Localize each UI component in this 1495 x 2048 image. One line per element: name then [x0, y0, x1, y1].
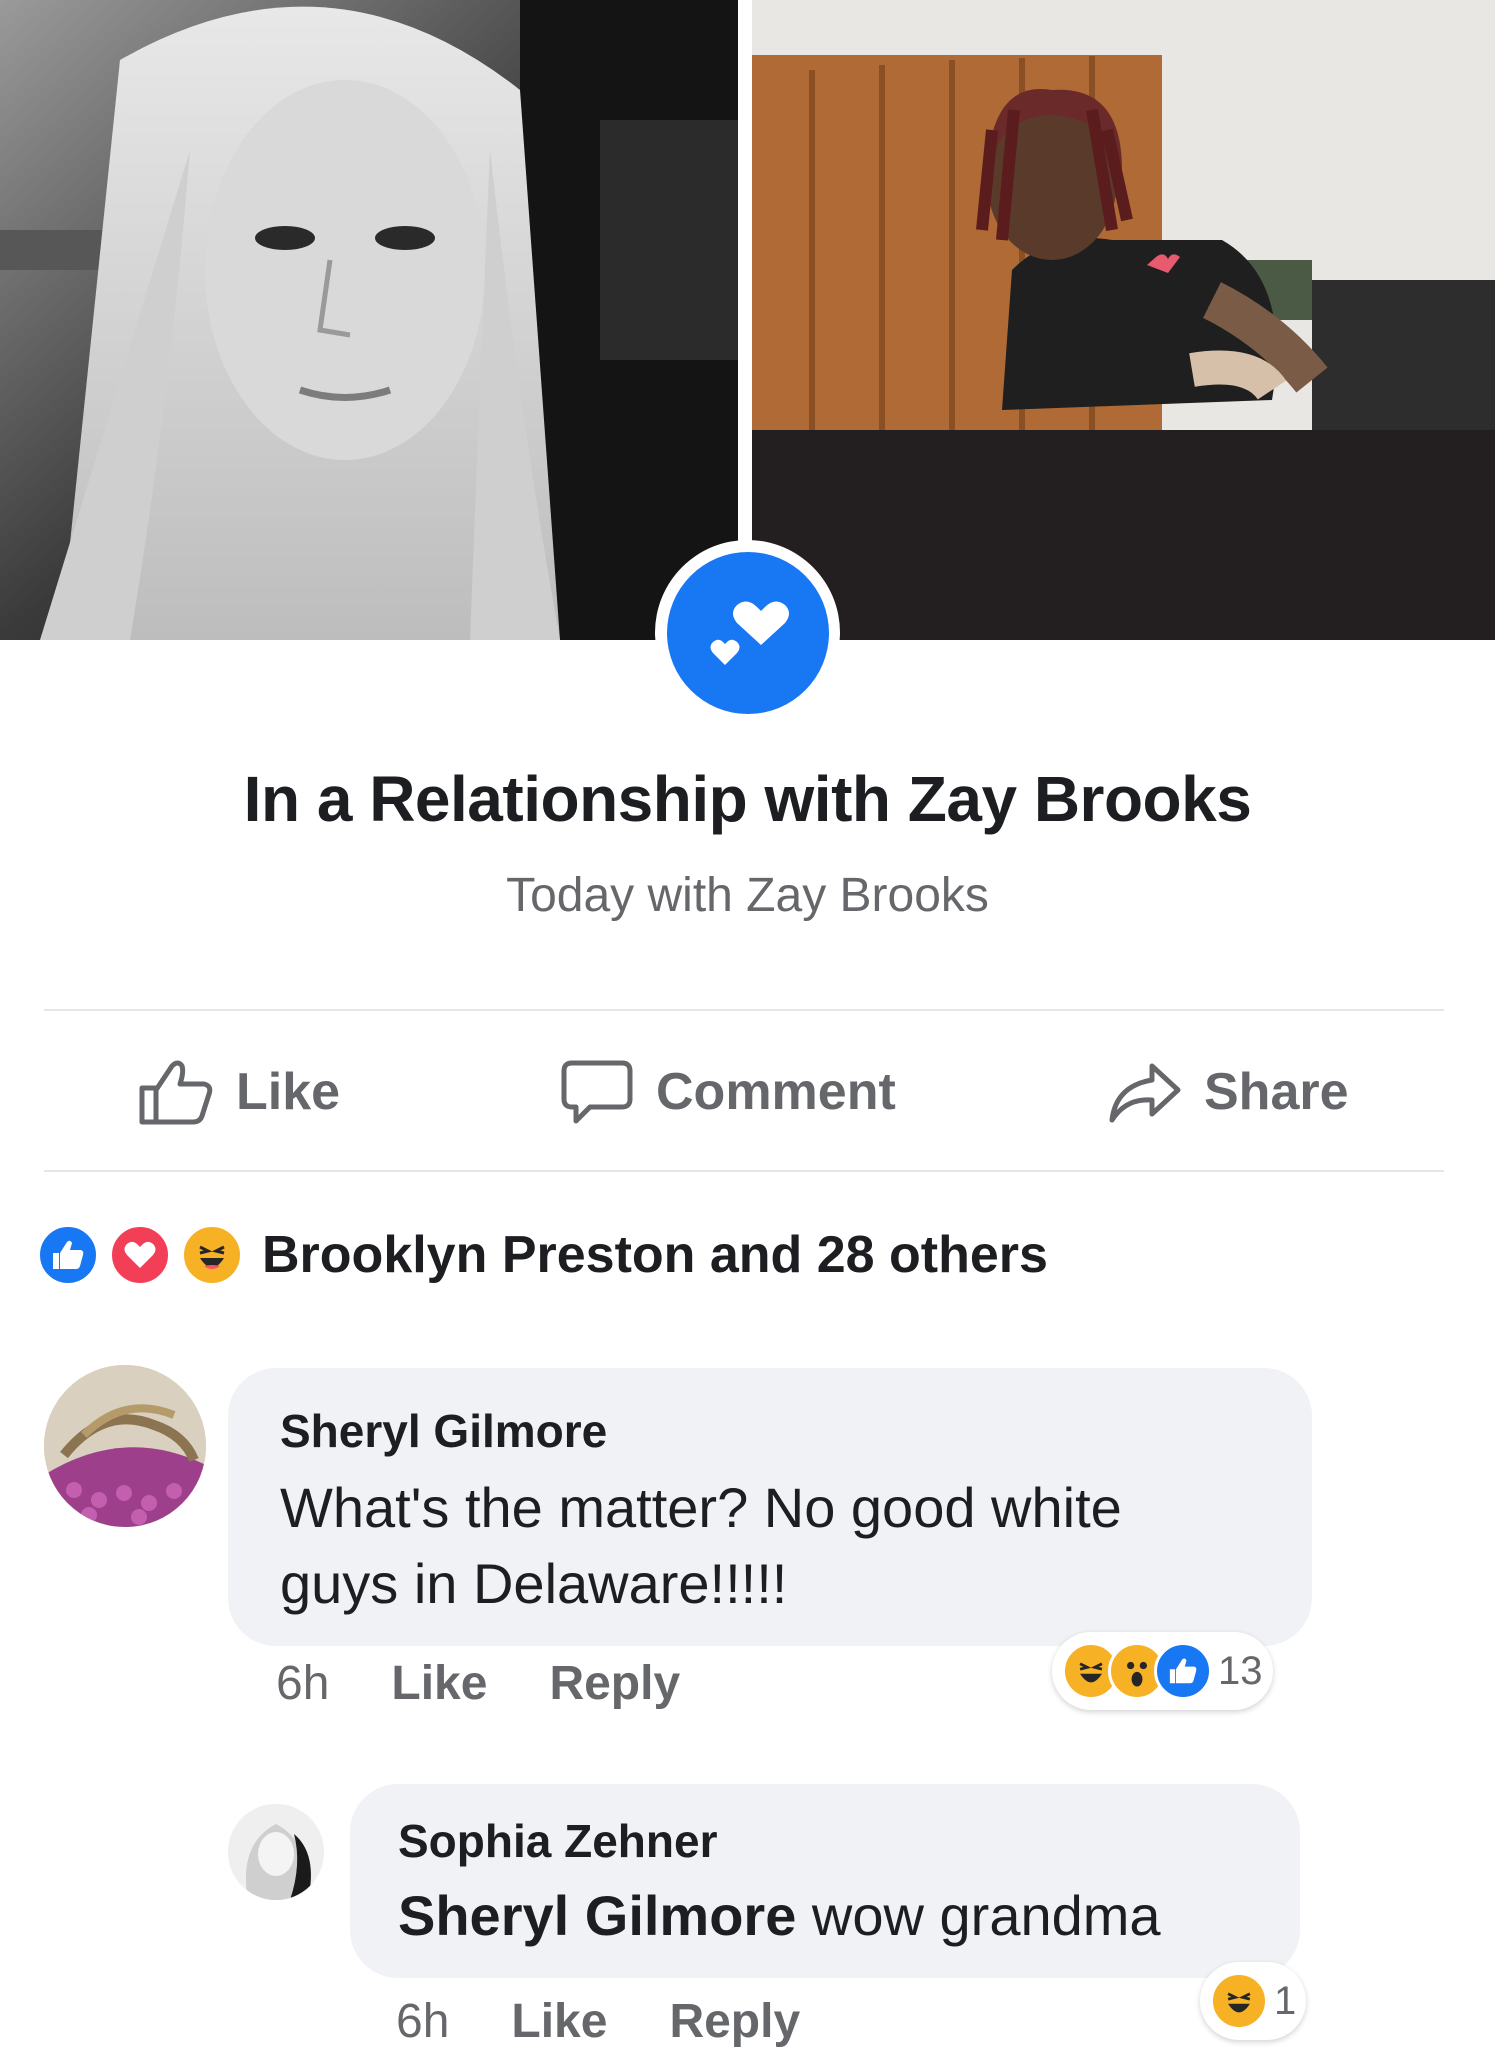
share-button[interactable]: Share	[1108, 1012, 1349, 1172]
reaction-icons-stack	[36, 1223, 248, 1287]
haha-icon	[1210, 1972, 1268, 2030]
like-icon	[36, 1223, 100, 1287]
comment-text-line-2: guys in Delaware!!!!!	[280, 1552, 788, 1615]
comment-time: 6h	[276, 1657, 330, 1710]
comment-like-link[interactable]: Like	[391, 1656, 487, 1711]
comment-time: 6h	[396, 1995, 450, 2048]
relationship-photos	[0, 0, 1495, 725]
like-label: Like	[236, 1063, 341, 1121]
comment-label: Comment	[656, 1063, 896, 1121]
reactions-summary[interactable]: Brooklyn Preston and 28 others	[36, 1220, 1048, 1290]
man-photo-image	[752, 0, 1495, 640]
relationship-title[interactable]: In a Relationship with Zay Brooks	[0, 762, 1495, 836]
comment-bubble-sophia[interactable]: Sophia Zehner Sheryl Gilmore wow grandma	[350, 1784, 1300, 1978]
reaction-count: 13	[1218, 1648, 1263, 1693]
like-button[interactable]: Like	[138, 1012, 340, 1172]
avatar-image	[228, 1804, 324, 1900]
comment-body: wow grandma	[796, 1884, 1161, 1947]
comment-button[interactable]: Comment	[560, 1012, 896, 1172]
haha-icon	[180, 1223, 244, 1287]
avatar-image	[44, 1365, 206, 1527]
share-label: Share	[1204, 1063, 1349, 1121]
commenter-name[interactable]: Sophia Zehner	[398, 1814, 717, 1868]
comment-reactions-sophia[interactable]: 1	[1200, 1962, 1307, 2040]
relationship-badge	[655, 540, 840, 725]
relationship-subtitle: Today with Zay Brooks	[506, 869, 989, 922]
comment-bubble-icon	[560, 1057, 634, 1127]
commenter-name[interactable]: Sheryl Gilmore	[280, 1404, 607, 1458]
divider-bottom	[44, 1170, 1444, 1172]
share-arrow-icon	[1108, 1060, 1182, 1124]
comment-text: Sheryl Gilmore wow grandma	[398, 1878, 1161, 1954]
reaction-count: 1	[1274, 1978, 1297, 2023]
comment-reactions-sheryl[interactable]: 13	[1052, 1632, 1273, 1710]
divider-top	[44, 1009, 1444, 1011]
comment-meta-sheryl: 6h Like Reply	[276, 1656, 742, 1711]
comment-text-line-1: What's the matter? No good white	[280, 1476, 1122, 1539]
profile-photo-left[interactable]	[0, 0, 738, 640]
avatar-sophia-zehner[interactable]	[228, 1804, 324, 1900]
reactions-summary-text: Brooklyn Preston and 28 others	[262, 1226, 1048, 1284]
thumbs-up-icon	[138, 1058, 214, 1126]
avatar-sheryl-gilmore[interactable]	[44, 1365, 206, 1527]
comment-reply-link[interactable]: Reply	[549, 1656, 680, 1711]
love-icon	[108, 1223, 172, 1287]
comment-like-link[interactable]: Like	[511, 1994, 607, 2048]
comment-meta-sophia: 6h Like Reply	[396, 1994, 862, 2048]
comment-bubble-sheryl[interactable]: Sheryl Gilmore What's the matter? No goo…	[228, 1368, 1312, 1646]
profile-photo-right[interactable]	[752, 0, 1495, 640]
comment-mention[interactable]: Sheryl Gilmore	[398, 1884, 796, 1947]
woman-portrait-image	[0, 0, 738, 640]
post-action-bar: Like Comment Share	[0, 1012, 1495, 1172]
like-icon	[1154, 1642, 1212, 1700]
hearts-icon	[710, 600, 789, 665]
comment-reply-link[interactable]: Reply	[669, 1994, 800, 2048]
